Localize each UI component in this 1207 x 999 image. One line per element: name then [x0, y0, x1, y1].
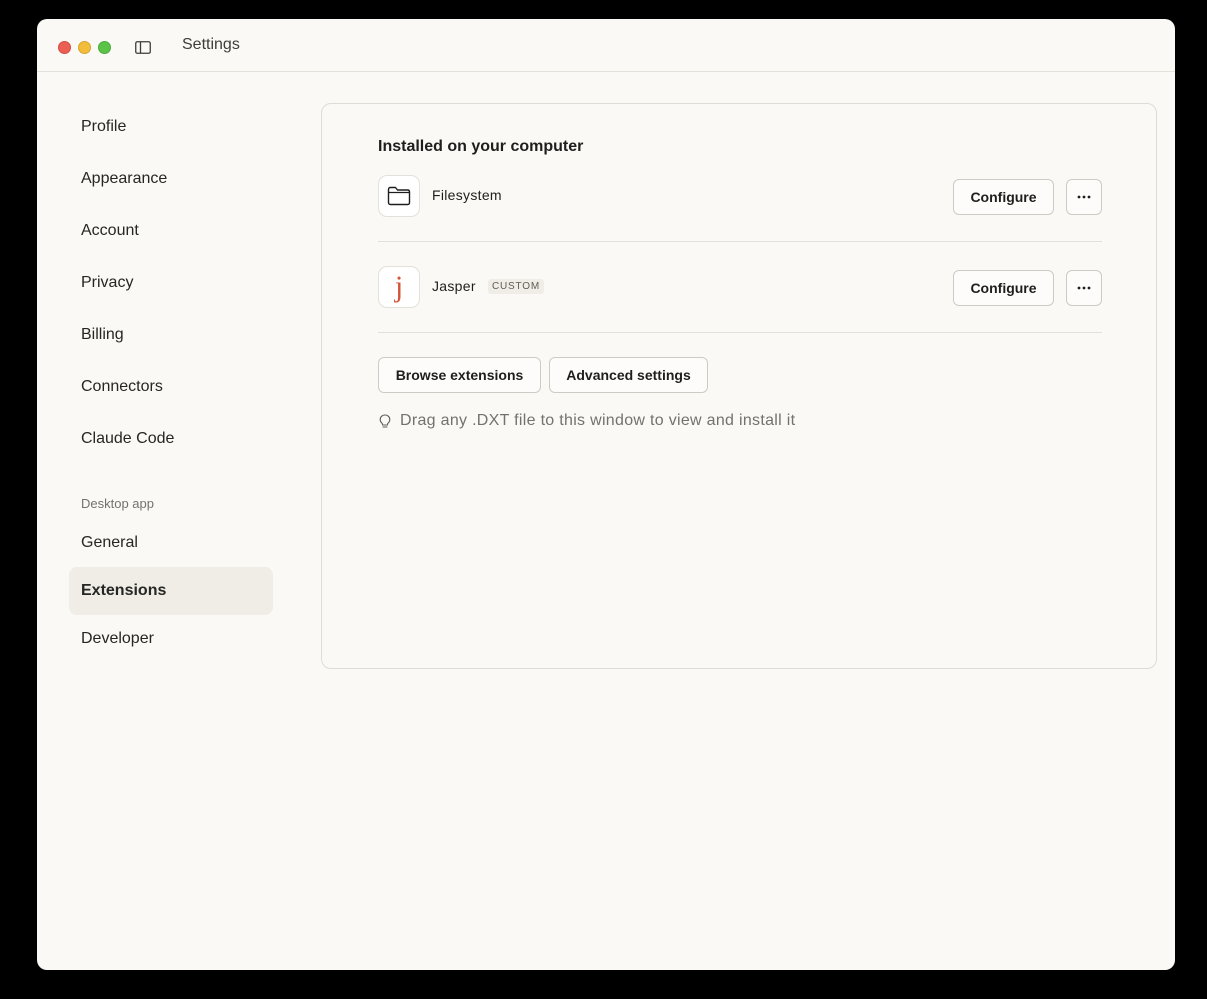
lightbulb-icon	[378, 413, 392, 429]
extensions-panel: Installed on your computer Filesystem Co…	[321, 103, 1157, 669]
sidebar-item-profile[interactable]: Profile	[69, 103, 273, 151]
ellipsis-icon	[1077, 195, 1091, 199]
extension-name: Filesystem	[432, 187, 502, 203]
drag-hint-text: Drag any .DXT file to this window to vie…	[400, 412, 796, 429]
extension-row-filesystem: Filesystem Configure	[378, 175, 1102, 219]
sidebar-item-general[interactable]: General	[69, 519, 273, 567]
sidebar-item-developer[interactable]: Developer	[69, 615, 273, 663]
window-title: Settings	[182, 36, 240, 53]
sidebar-toggle-icon[interactable]	[134, 39, 152, 55]
row-divider	[378, 332, 1102, 333]
custom-badge: CUSTOM	[488, 279, 544, 294]
sidebar-item-connectors[interactable]: Connectors	[69, 363, 273, 411]
jasper-logo-icon: j	[378, 266, 420, 308]
sidebar-item-claude-code[interactable]: Claude Code	[69, 415, 273, 463]
maximize-window-button[interactable]	[98, 41, 111, 54]
drag-hint: Drag any .DXT file to this window to vie…	[378, 412, 795, 430]
sidebar-item-extensions[interactable]: Extensions	[69, 567, 273, 615]
row-divider	[378, 241, 1102, 242]
settings-window: Settings Profile Appearance Account Priv…	[37, 19, 1175, 970]
ellipsis-icon	[1077, 286, 1091, 290]
extension-name: Jasper	[432, 278, 476, 294]
advanced-settings-button[interactable]: Advanced settings	[549, 357, 708, 393]
title-bar: Settings	[37, 19, 1175, 72]
configure-button[interactable]: Configure	[953, 179, 1054, 215]
extension-row-jasper: j Jasper CUSTOM Configure	[378, 266, 1102, 310]
folder-icon	[378, 175, 420, 217]
more-options-button[interactable]	[1066, 179, 1102, 215]
sidebar-item-account[interactable]: Account	[69, 207, 273, 255]
sidebar-item-billing[interactable]: Billing	[69, 311, 273, 359]
browse-extensions-button[interactable]: Browse extensions	[378, 357, 541, 393]
more-options-button[interactable]	[1066, 270, 1102, 306]
configure-button[interactable]: Configure	[953, 270, 1054, 306]
sidebar-item-appearance[interactable]: Appearance	[69, 155, 273, 203]
minimize-window-button[interactable]	[78, 41, 91, 54]
sidebar-section-desktop-app: Desktop app	[81, 496, 154, 511]
jasper-letter: j	[394, 270, 404, 303]
close-window-button[interactable]	[58, 41, 71, 54]
installed-heading: Installed on your computer	[378, 138, 584, 155]
sidebar-item-privacy[interactable]: Privacy	[69, 259, 273, 307]
